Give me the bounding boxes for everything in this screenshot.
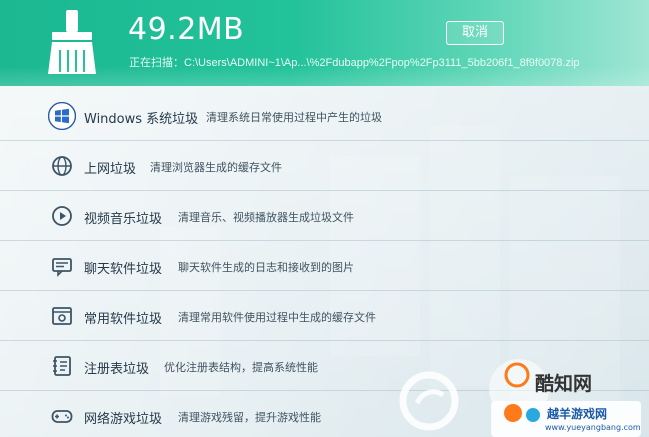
item-title: Windows 系统垃圾 xyxy=(84,112,199,127)
scan-header: 49.2MB 正在扫描：C:\Users\ADMINI~1\Ap...\%2Fd… xyxy=(0,0,649,86)
watermark-brand: 酷知网 xyxy=(535,373,593,395)
scan-size: 49.2MB xyxy=(128,12,245,47)
list-item[interactable]: 常用软件垃圾 清理常用软件使用过程中生成的缓存文件 xyxy=(0,291,649,341)
item-description: 清理常用软件使用过程中生成的缓存文件 xyxy=(178,311,376,324)
play-icon xyxy=(52,206,72,226)
item-title: 注册表垃圾 xyxy=(84,362,150,377)
watermark-site-url: www.yueyangbang.com xyxy=(545,423,641,432)
item-title: 视频音乐垃圾 xyxy=(84,212,163,227)
item-description: 清理游戏残留，提升游戏性能 xyxy=(178,411,321,424)
item-description: 清理音乐、视频播放器生成垃圾文件 xyxy=(178,211,354,224)
chat-icon xyxy=(52,258,72,277)
item-title: 聊天软件垃圾 xyxy=(84,262,163,277)
cancel-button[interactable]: 取消 xyxy=(446,21,504,45)
item-title: 常用软件垃圾 xyxy=(84,312,163,327)
list-item[interactable]: 聊天软件垃圾 聊天软件生成的日志和接收到的图片 xyxy=(0,241,649,291)
list-item[interactable]: 视频音乐垃圾 清理音乐、视频播放器生成垃圾文件 xyxy=(0,191,649,241)
watermark: 酷知网 越羊游戏网 www.yueyangbang.com xyxy=(395,355,649,437)
gamepad-icon xyxy=(51,410,73,423)
watermark-site-name: 越羊游戏网 xyxy=(547,407,608,421)
item-title: 上网垃圾 xyxy=(84,162,137,177)
broom-icon xyxy=(48,10,96,74)
registry-icon xyxy=(53,356,71,376)
list-item[interactable]: Windows 系统垃圾 清理系统日常使用过程中产生的垃圾 xyxy=(0,91,649,141)
item-description: 清理系统日常使用过程中产生的垃圾 xyxy=(206,111,382,124)
item-description: 聊天软件生成的日志和接收到的图片 xyxy=(178,261,354,274)
item-description: 优化注册表结构，提高系统性能 xyxy=(164,361,318,374)
scan-path: 正在扫描：C:\Users\ADMINI~1\Ap...\%2Fdubapp%2… xyxy=(129,57,580,69)
windows-icon xyxy=(48,102,76,130)
item-description: 清理浏览器生成的缓存文件 xyxy=(150,161,282,174)
item-title: 网络游戏垃圾 xyxy=(84,412,163,427)
globe-icon xyxy=(52,156,72,176)
list-item[interactable]: 上网垃圾 清理浏览器生成的缓存文件 xyxy=(0,141,649,191)
software-icon xyxy=(52,307,72,325)
